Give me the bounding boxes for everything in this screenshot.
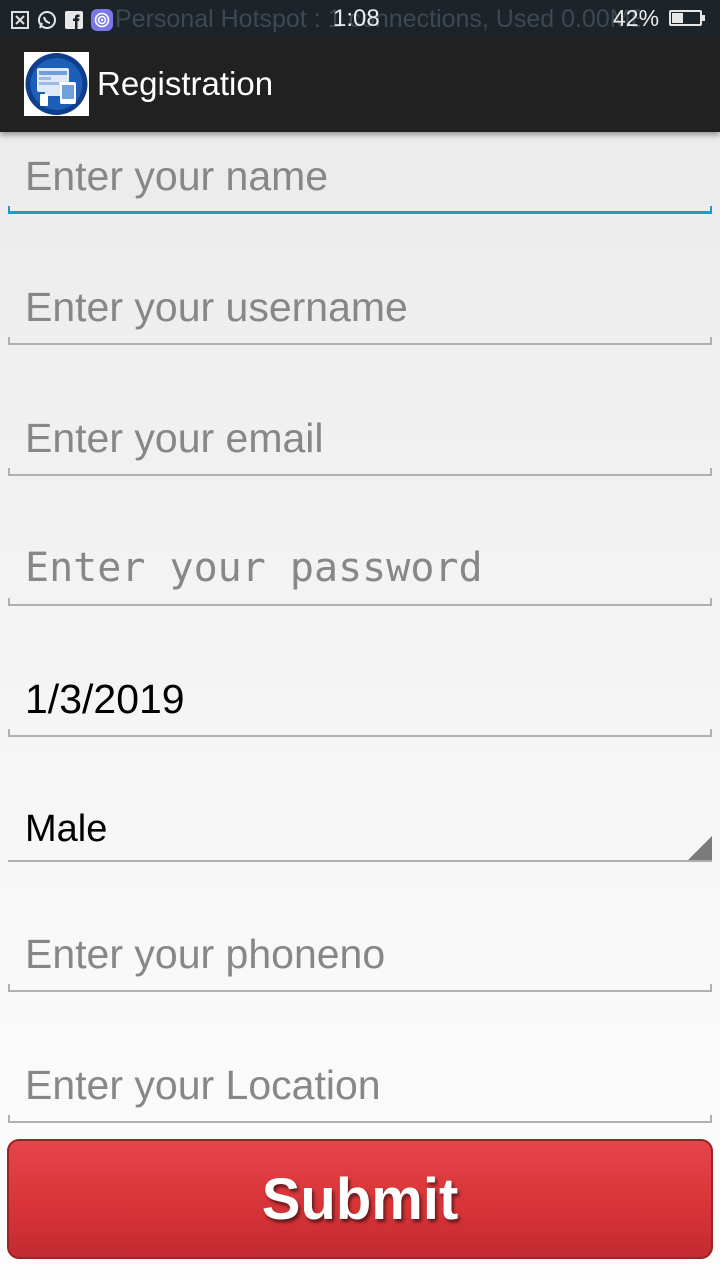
registration-app-icon (24, 52, 89, 116)
status-bar: Personal Hotspot : 1 connections, Used 0… (0, 0, 720, 37)
battery-level (672, 13, 683, 23)
gender-selected-value: Male (25, 808, 108, 850)
notification-icons (10, 7, 113, 31)
app-bar: Registration (0, 37, 720, 132)
whatsapp-icon (37, 9, 57, 29)
name-field (8, 148, 712, 214)
gender-dropdown[interactable]: Male (8, 796, 712, 862)
password-input[interactable] (25, 540, 705, 596)
battery-icon (669, 10, 705, 26)
battery-percentage: 42% (613, 5, 660, 31)
password-field (8, 540, 712, 606)
location-input[interactable] (25, 1057, 705, 1113)
username-input[interactable] (25, 279, 705, 335)
page-title: Registration (97, 65, 274, 102)
facebook-icon (64, 9, 84, 29)
status-clock: 1:08 (333, 5, 380, 32)
date-of-birth-input[interactable] (25, 671, 705, 727)
email-input[interactable] (25, 410, 705, 466)
location-field (8, 1057, 712, 1123)
email-field (8, 410, 712, 476)
close-notification-icon (10, 9, 30, 29)
username-field (8, 279, 712, 345)
name-input[interactable] (25, 148, 705, 204)
phone-input[interactable] (25, 926, 705, 982)
date-of-birth-field (8, 671, 712, 737)
submit-button[interactable]: Submit (7, 1139, 713, 1259)
hotspot-icon (91, 9, 113, 31)
phone-field (8, 926, 712, 992)
dropdown-triangle-icon (688, 836, 712, 860)
